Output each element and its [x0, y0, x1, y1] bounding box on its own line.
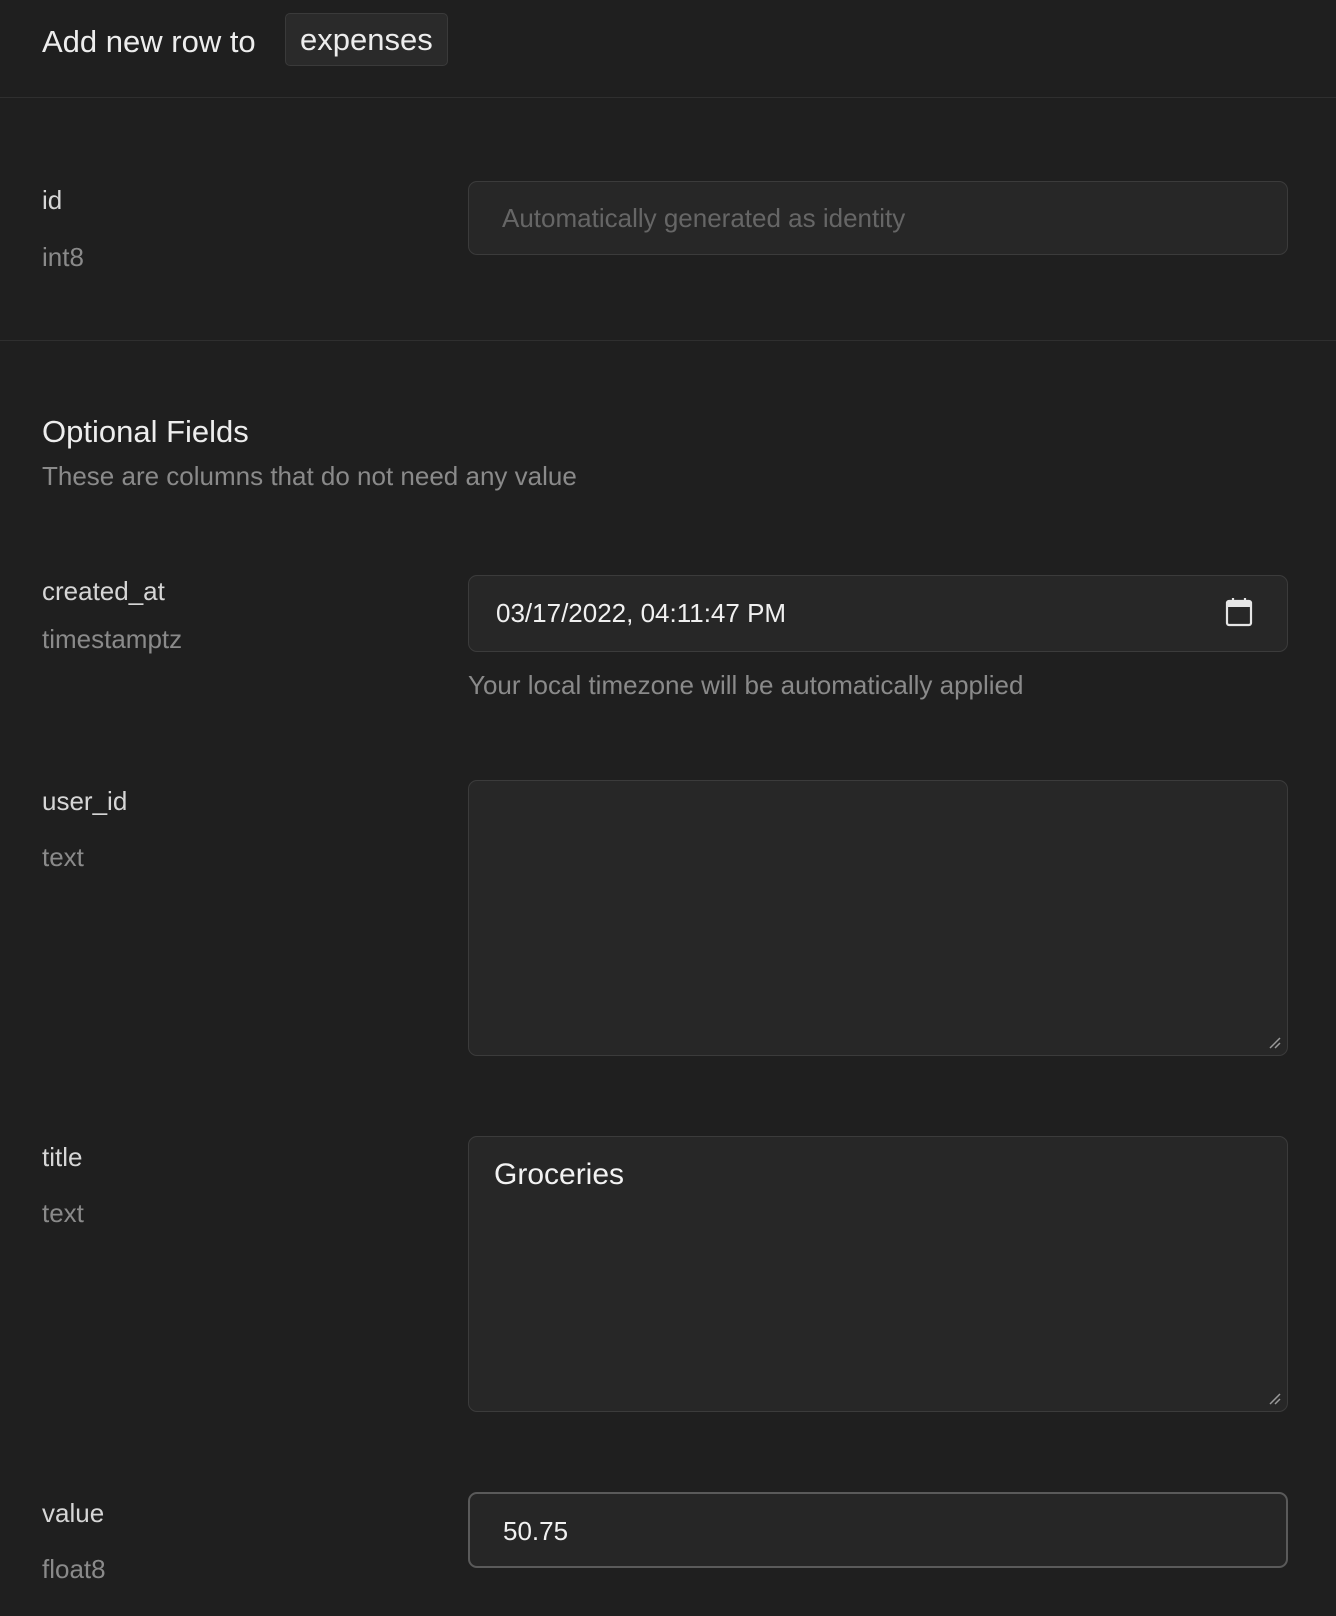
field-type-id: int8	[42, 242, 84, 272]
title-textarea[interactable]: Groceries	[468, 1136, 1288, 1412]
created-at-value: 03/17/2022, 04:11:47 PM	[496, 598, 787, 628]
field-label-title: title	[42, 1142, 83, 1172]
title-value: Groceries	[494, 1158, 625, 1191]
panel-header: Add new row to expenses	[0, 0, 1336, 98]
value-input-value: 50.75	[503, 1516, 569, 1546]
field-label-value: value	[42, 1498, 105, 1528]
field-label-user-id: user_id	[42, 786, 128, 816]
field-type-user-id: text	[42, 842, 84, 872]
value-number-input[interactable]: 50.75	[468, 1492, 1288, 1568]
panel-title: Add new row to	[42, 24, 256, 59]
id-input-placeholder: Automatically generated as identity	[502, 203, 906, 233]
field-type-value: float8	[42, 1554, 106, 1584]
add-row-panel: Add new row to expenses id int8 Automati…	[0, 0, 1336, 1616]
resize-grip-icon[interactable]	[1267, 1391, 1281, 1405]
created-at-datetime-input[interactable]: 03/17/2022, 04:11:47 PM	[468, 575, 1288, 652]
user-id-textarea[interactable]	[468, 780, 1288, 1056]
timezone-helper-text: Your local timezone will be automaticall…	[468, 670, 1024, 700]
resize-grip-icon[interactable]	[1267, 1035, 1281, 1049]
table-name-badge: expenses	[285, 13, 448, 66]
field-type-title: text	[42, 1198, 84, 1228]
section-divider	[0, 340, 1336, 341]
field-type-created-at: timestamptz	[42, 624, 183, 654]
id-input[interactable]: Automatically generated as identity	[468, 181, 1288, 255]
field-label-id: id	[42, 185, 63, 215]
field-label-created-at: created_at	[42, 576, 165, 606]
calendar-icon[interactable]	[1225, 597, 1253, 627]
optional-fields-heading: Optional Fields	[42, 414, 249, 449]
optional-fields-description: These are columns that do not need any v…	[42, 461, 577, 491]
